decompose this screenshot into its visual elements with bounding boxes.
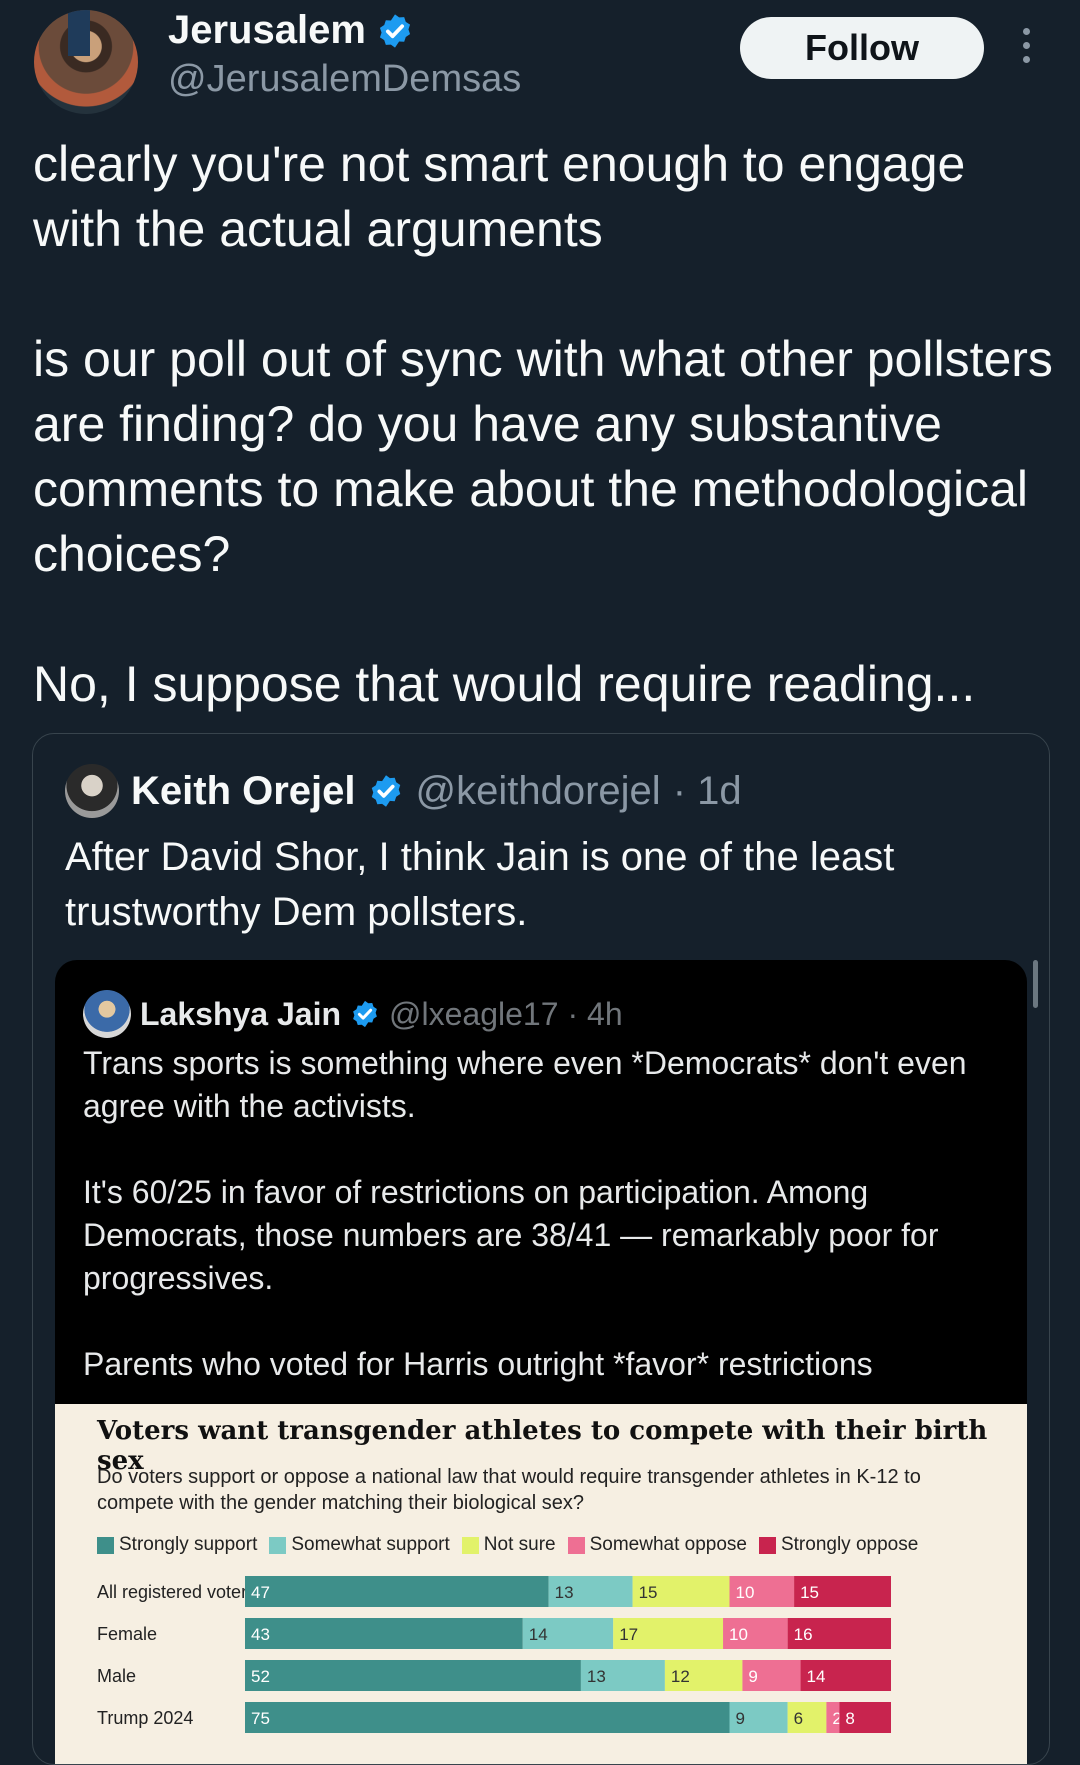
legend-swatch xyxy=(567,1536,585,1554)
legend-item-strongly-oppose: Strongly oppose xyxy=(758,1534,919,1556)
inner-author-name[interactable]: Lakshya Jain xyxy=(140,996,341,1033)
quoted-tweet-time: · 1d xyxy=(672,768,742,813)
bar-value-label: 10 xyxy=(729,1625,748,1644)
quoted-author-handle[interactable]: @keithdorejel xyxy=(416,769,661,814)
inner-author-handle[interactable]: @lxeagle17 xyxy=(389,996,558,1033)
category-label: Trump 2024 xyxy=(97,1708,193,1728)
legend-swatch xyxy=(758,1536,776,1554)
category-label: Female xyxy=(97,1624,157,1644)
bar-strongly-support xyxy=(245,1576,549,1607)
legend-item-not-sure: Not sure xyxy=(461,1534,556,1556)
bar-value-label: 43 xyxy=(251,1625,270,1644)
quoted-tweet-text: After David Shor, I think Jain is one of… xyxy=(65,835,895,934)
legend-item-strongly-support: Strongly support xyxy=(97,1534,257,1556)
quoted-author-avatar[interactable] xyxy=(65,764,119,818)
bar-strongly-support xyxy=(245,1618,523,1649)
inner-tweet-paragraph: It's 60/25 in favor of restrictions on p… xyxy=(83,1174,939,1296)
bar-value-label: 15 xyxy=(639,1583,658,1602)
bar-value-label: 9 xyxy=(748,1667,757,1686)
bar-value-label: 52 xyxy=(251,1667,270,1686)
bar-value-label: 6 xyxy=(794,1709,803,1728)
legend-label: Somewhat oppose xyxy=(589,1534,747,1555)
legend-label: Strongly oppose xyxy=(780,1534,919,1555)
quoted-author-name[interactable]: Keith Orejel xyxy=(131,769,356,814)
bar-strongly-support xyxy=(245,1660,581,1691)
scrollbar-thumb[interactable] xyxy=(1033,960,1038,1008)
bar-value-label: 16 xyxy=(794,1625,813,1644)
tweet-paragraph: clearly you're not smart enough to engag… xyxy=(33,136,966,257)
legend-item-somewhat-support: Somewhat support xyxy=(269,1534,450,1556)
legend-swatch xyxy=(269,1536,287,1554)
bar-value-label: 47 xyxy=(251,1583,270,1602)
legend-item-somewhat-oppose: Somewhat oppose xyxy=(567,1534,747,1556)
bar-strongly-support xyxy=(245,1702,730,1733)
poll-chart: All registered voters 47 13 15 10 15 Female 43 1… xyxy=(55,1404,1027,1764)
more-options-icon[interactable] xyxy=(1014,28,1038,68)
author-name[interactable]: Jerusalem xyxy=(168,8,366,53)
bar-value-label: 75 xyxy=(251,1709,270,1728)
category-label: Male xyxy=(97,1666,136,1686)
bar-value-label: 14 xyxy=(807,1667,826,1686)
bar-value-label: 13 xyxy=(587,1667,606,1686)
legend-swatch xyxy=(97,1536,114,1554)
bar-value-label: 12 xyxy=(671,1667,690,1686)
chart-subtitle: Do voters support or oppose a national l… xyxy=(97,1466,921,1514)
tweet-header: Jerusalem @JerusalemDemsas Follow xyxy=(0,0,1080,120)
bar-value-label: 15 xyxy=(800,1583,819,1602)
tweet-paragraph: No, I suppose that would require reading… xyxy=(33,656,976,712)
bar-value-label: 17 xyxy=(619,1625,638,1644)
legend-swatch xyxy=(461,1536,479,1554)
legend-label: Somewhat support xyxy=(291,1534,450,1555)
legend-label: Strongly support xyxy=(119,1534,258,1555)
bar-value-label: 14 xyxy=(529,1625,548,1644)
category-label: All registered voters xyxy=(97,1582,256,1602)
tweet-paragraph: is our poll out of sync with what other … xyxy=(33,331,1053,582)
quoted-tweet-header: Keith Orejel @keithdorejel · 1d xyxy=(65,764,742,818)
inner-tweet-time: · 4h xyxy=(567,995,623,1032)
author-avatar[interactable] xyxy=(34,10,138,114)
inner-author-avatar[interactable] xyxy=(83,990,131,1038)
follow-button[interactable]: Follow xyxy=(740,17,984,79)
tweet-text: clearly you're not smart enough to engag… xyxy=(33,132,1053,717)
inner-tweet-header: Lakshya Jain @lxeagle17 · 4h xyxy=(83,990,623,1038)
inner-tweet-text: Trans sports is something where even *De… xyxy=(83,1042,1003,1386)
bar-value-label: 8 xyxy=(845,1709,854,1728)
inner-quoted-tweet[interactable]: Lakshya Jain @lxeagle17 · 4h Trans sport… xyxy=(55,960,1027,1764)
verified-badge-icon xyxy=(353,1000,377,1028)
inner-tweet-paragraph: Parents who voted for Harris outright *f… xyxy=(83,1346,873,1382)
chart-legend: Strongly support Somewhat support Not sure… xyxy=(97,1534,918,1556)
inner-tweet-paragraph: Trans sports is something where even *De… xyxy=(83,1045,967,1124)
legend-label: Not sure xyxy=(483,1534,556,1555)
bar-value-label: 10 xyxy=(736,1583,755,1602)
bar-value-label: 13 xyxy=(555,1583,574,1602)
verified-badge-icon xyxy=(379,13,410,48)
author-handle[interactable]: @JerusalemDemsas xyxy=(168,58,521,101)
quoted-tweet[interactable]: Keith Orejel @keithdorejel · 1d After Da… xyxy=(32,733,1050,1765)
verified-badge-icon xyxy=(371,775,400,807)
author-name-row: Jerusalem xyxy=(168,8,414,53)
bar-value-label: 9 xyxy=(736,1709,745,1728)
